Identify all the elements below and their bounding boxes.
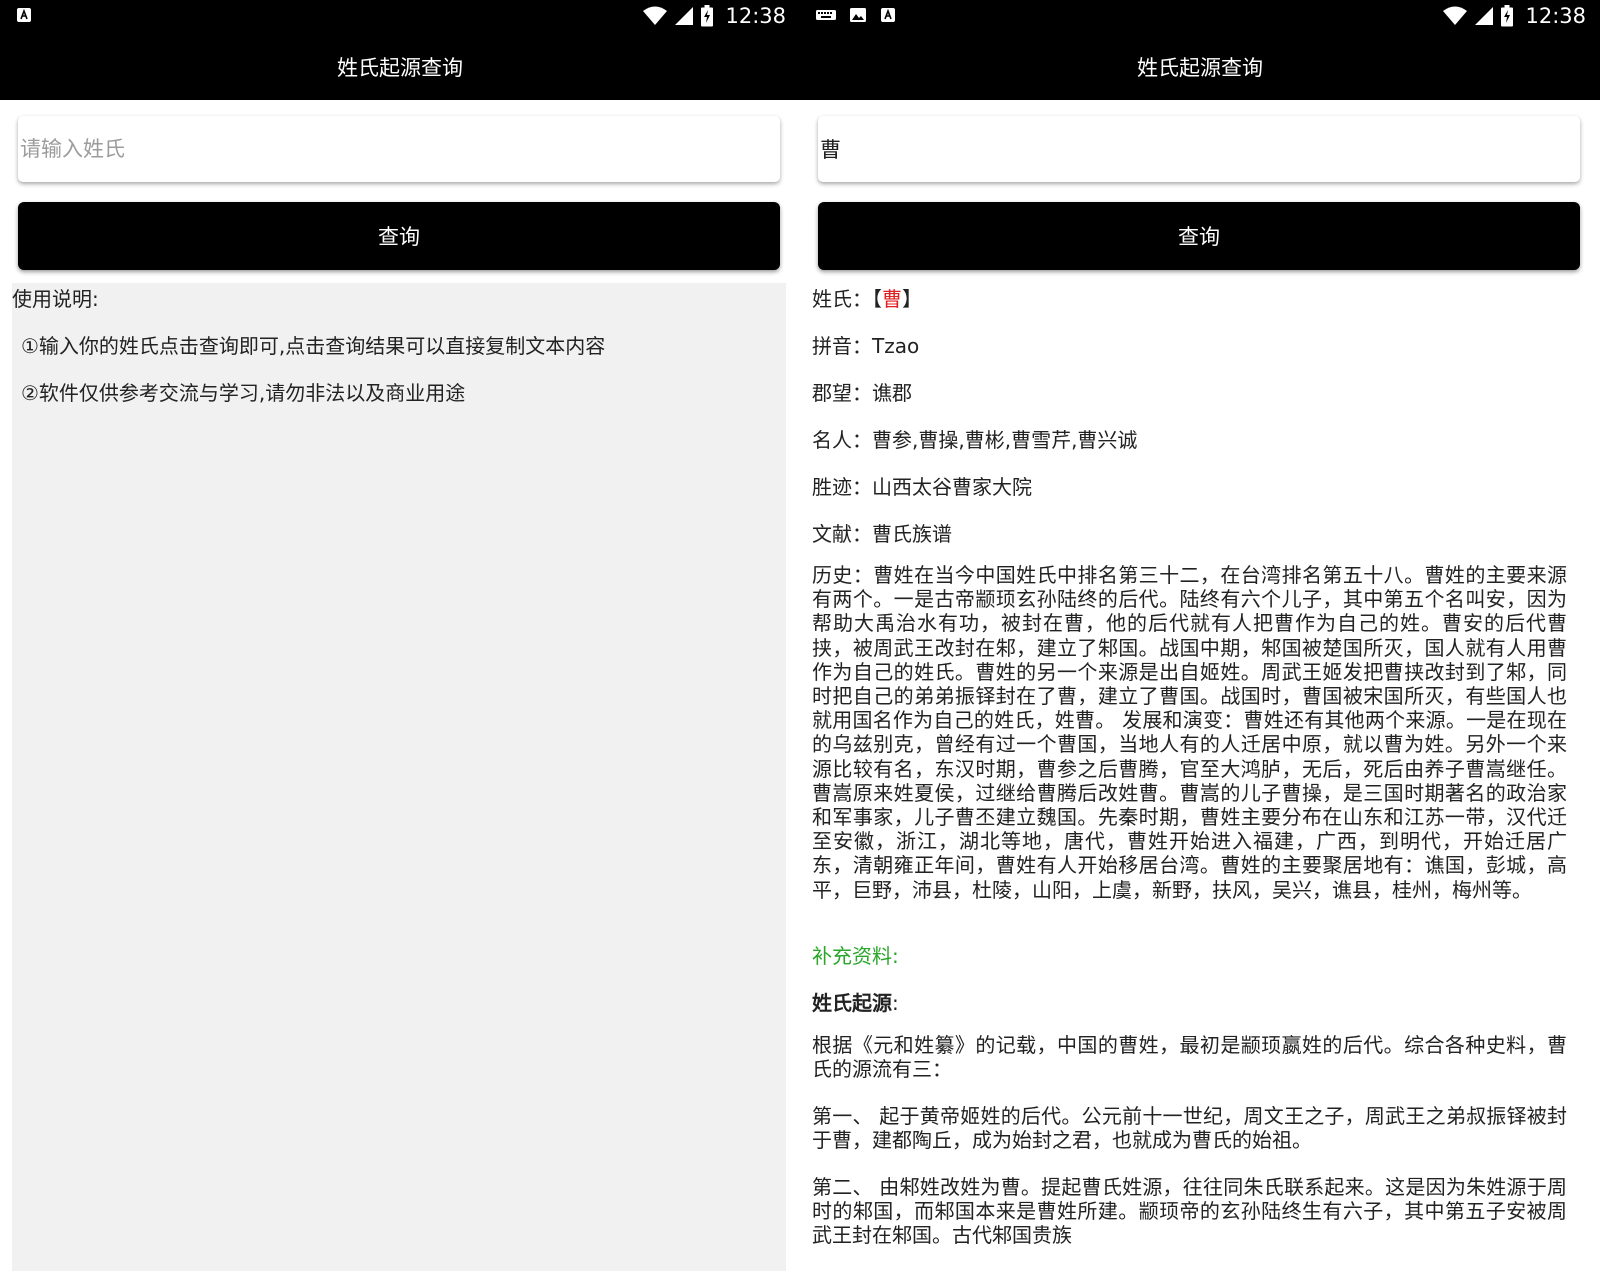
instructions-panel: 使用说明: ①输入你的姓氏点击查询即可,点击查询结果可以直接复制文本内容 ②软件… — [12, 283, 786, 1271]
query-button[interactable]: 查询 — [18, 202, 780, 270]
app-title: 姓氏起源查询 — [337, 56, 463, 80]
app-bar: 姓氏起源查询 — [0, 34, 800, 100]
instructions-title: 使用说明: — [12, 287, 99, 311]
origin-intro-paragraph: 根据《元和姓纂》的记载，中国的曹姓，最初是颛顼嬴姓的后代。综合各种史料，曹氏的源… — [812, 1033, 1567, 1082]
pinyin-line: 拼音：Tzao — [812, 334, 920, 358]
signal-icon — [675, 7, 694, 25]
keyboard-icon — [816, 10, 836, 20]
screen-right: 12:38 姓氏起源查询 查询 姓氏：【曹】 拼音：Tzao 郡望：谯郡 名人：… — [800, 0, 1600, 1280]
instruction-item-1: ①输入你的姓氏点击查询即可,点击查询结果可以直接复制文本内容 — [21, 334, 606, 358]
screen-left: 12:38 姓氏起源查询 查询 使用说明: ①输入你的姓氏点击查询即可,点击查询… — [0, 0, 800, 1280]
accessibility-icon — [17, 8, 31, 22]
battery-charging-icon — [701, 5, 714, 27]
literature-line: 文献：曹氏族谱 — [812, 522, 952, 546]
famous-line: 名人：曹参,曹操,曹彬,曹雪芹,曹兴诚 — [812, 428, 1138, 452]
surname-input[interactable] — [18, 116, 780, 182]
origin-source-2: 第二、 由邾姓改姓为曹。提起曹氏姓源，往往同朱氏联系起来。这是因为朱姓源于周时的… — [812, 1175, 1567, 1248]
surname-input-card[interactable] — [818, 116, 1580, 182]
status-bar: 12:38 — [800, 0, 1600, 34]
surname-close: 】 — [902, 287, 922, 311]
origin-title-colon: : — [892, 991, 899, 1015]
battery-charging-icon — [1501, 5, 1514, 27]
app-bar: 姓氏起源查询 — [800, 34, 1600, 100]
history-paragraph: 历史：曹姓在当今中国姓氏中排名第三十二，在台湾排名第五十八。曹姓的主要来源有两个… — [812, 563, 1567, 902]
wifi-icon — [643, 6, 668, 25]
wifi-icon — [1443, 6, 1468, 25]
origin-title-line: 姓氏起源: — [812, 987, 899, 1016]
origin-source-1: 第一、 起于黄帝姬姓的后代。公元前十一世纪，周文王之子，周武王之弟叔振铎被封于曹… — [812, 1104, 1567, 1153]
signal-icon — [1475, 7, 1494, 25]
surname-input-card[interactable] — [18, 116, 780, 182]
junwang-line: 郡望：谯郡 — [812, 381, 912, 405]
accessibility-icon — [881, 8, 895, 22]
surname-input[interactable] — [818, 116, 1580, 182]
result-panel[interactable]: 姓氏：【曹】 拼音：Tzao 郡望：谯郡 名人：曹参,曹操,曹彬,曹雪芹,曹兴诚… — [812, 283, 1586, 1271]
instruction-item-2: ②软件仅供参考交流与学习,请勿非法以及商业用途 — [21, 381, 466, 405]
image-icon — [850, 8, 866, 22]
sites-line: 胜迹：山西太谷曹家大院 — [812, 475, 1032, 499]
status-time: 12:38 — [725, 4, 786, 28]
surname-line: 姓氏：【曹】 — [812, 283, 922, 312]
surname-label: 姓氏：【 — [812, 287, 882, 311]
origin-title: 姓氏起源 — [812, 991, 892, 1015]
status-bar: 12:38 — [0, 0, 800, 34]
supplement-title: 补充资料: — [812, 944, 899, 968]
status-time: 12:38 — [1525, 4, 1586, 28]
query-button[interactable]: 查询 — [818, 202, 1580, 270]
app-title: 姓氏起源查询 — [1137, 56, 1263, 80]
surname-value: 曹 — [882, 287, 902, 311]
